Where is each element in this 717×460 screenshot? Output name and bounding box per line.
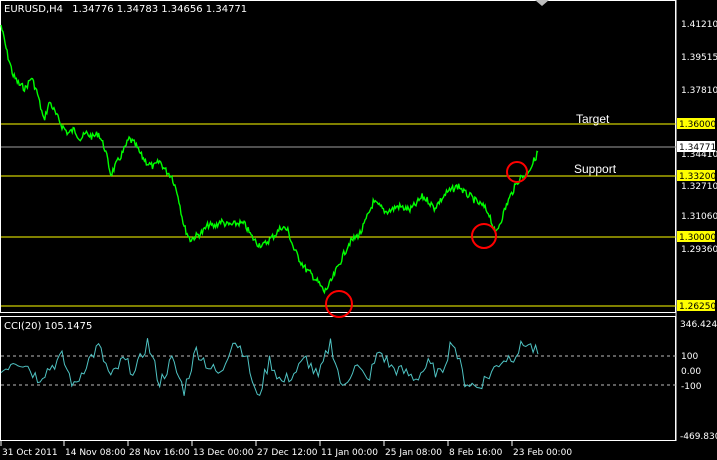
- time-axis-label: 8 Feb 16:00: [449, 448, 503, 458]
- support-label: Support: [574, 162, 617, 176]
- level-tag-target-text: 1.36000: [679, 120, 716, 130]
- price-axis-label: 1.37810: [681, 86, 717, 96]
- level-tag-12625-text: 1.26250: [679, 302, 716, 312]
- time-axis-label: 14 Nov 08:00: [65, 448, 126, 458]
- breakout-circle: [506, 161, 528, 183]
- price-axis-label: 1.29360: [681, 245, 717, 255]
- ohlc-values: 1.34776 1.34783 1.34656 1.34771: [72, 4, 247, 15]
- cci-axis: 346.4245 100 0.00 -100 -469.8307: [680, 320, 717, 442]
- price-axis-label: 1.41210: [681, 20, 717, 30]
- current-price-tag: 1.34771: [677, 141, 716, 153]
- time-axis: 31 Oct 2011 14 Nov 08:00 28 Nov 16:00 13…: [0, 441, 572, 458]
- symbol-header: EURUSD,H4 1.34776 1.34783 1.34656 1.3477…: [4, 4, 247, 15]
- level-tag-12625: 1.26250: [677, 300, 716, 312]
- swing-low-circle: [325, 290, 353, 318]
- cci-axis-label: 0.00: [681, 367, 701, 377]
- indicator-panel-frame: [0, 316, 676, 441]
- time-axis-label: 11 Jan 00:00: [321, 448, 378, 458]
- level-tag-support: 1.33200: [677, 170, 716, 182]
- level-lines: [1, 123, 676, 307]
- time-axis-label: 25 Jan 08:00: [385, 448, 442, 458]
- higher-low-circle: [471, 223, 497, 249]
- level-tag-130-text: 1.30000: [679, 233, 716, 243]
- symbol-label: EURUSD,H4: [4, 4, 63, 15]
- cci-axis-label: 346.4245: [680, 320, 717, 330]
- cci-series-line: [0, 338, 539, 396]
- current-price-tag-text: 1.34771: [679, 143, 716, 153]
- cci-axis-label: -100: [681, 382, 702, 392]
- level-tag-target: 1.36000: [677, 118, 716, 130]
- target-label: Target: [576, 112, 610, 126]
- time-axis-label: 31 Oct 2011: [2, 448, 58, 458]
- price-axis-label: 1.32710: [681, 182, 717, 192]
- level-tag-130: 1.30000: [677, 231, 716, 243]
- price-axis-label: 1.31060: [681, 212, 717, 222]
- time-axis-label: 27 Dec 12:00: [257, 448, 318, 458]
- time-axis-label: 23 Feb 00:00: [513, 448, 572, 458]
- trading-chart[interactable]: EURUSD,H4 1.34776 1.34783 1.34656 1.3477…: [0, 0, 717, 460]
- price-axis: 1.41210 1.39515 1.37810 1.34410 1.32710 …: [681, 20, 717, 255]
- price-axis-label: 1.39515: [681, 53, 717, 63]
- price-series-line: [0, 24, 539, 295]
- time-axis-label: 13 Dec 00:00: [193, 448, 254, 458]
- cci-axis-label: 100: [681, 352, 698, 362]
- time-axis-label: 28 Nov 16:00: [129, 448, 190, 458]
- level-tag-support-text: 1.33200: [679, 172, 716, 182]
- cci-axis-label: -469.8307: [680, 432, 717, 442]
- cci-title: CCI(20) 105.1475: [4, 321, 92, 332]
- chart-shift-marker-icon[interactable]: [535, 0, 549, 6]
